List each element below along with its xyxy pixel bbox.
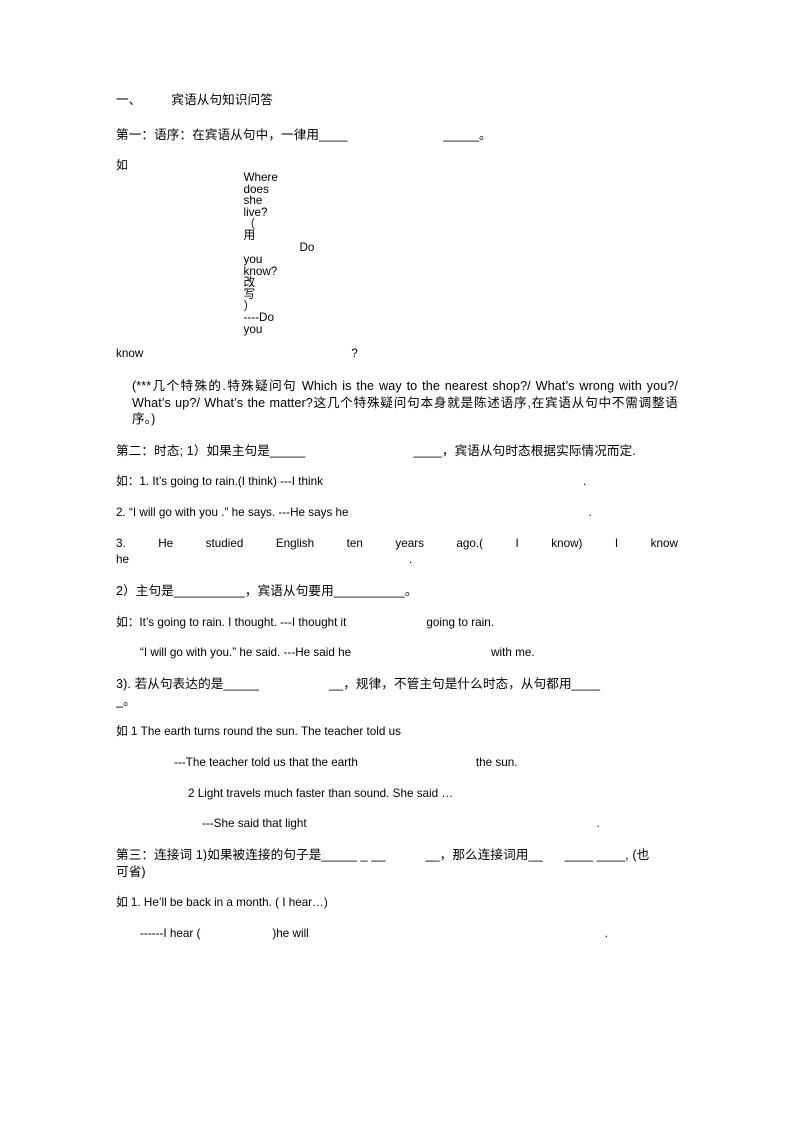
ex2-4-ru: 如：It’s going to rain. I thought. ---I th… — [116, 615, 347, 629]
heading-number: 一、 — [116, 93, 142, 107]
section-1-rule: 第一：语序：在宾语从句中，一律用____ _____。 — [116, 127, 678, 142]
document-page: 一、 宾语从句知识问答 第一：语序：在宾语从句中，一律用____ _____。 如 … — [0, 0, 794, 1123]
section-1-rule-blank: _____。 — [443, 127, 492, 142]
ex2-5-text: “I will go with you.” he said. ---He sai… — [140, 646, 352, 660]
ex1-answer-know: know — [116, 346, 144, 360]
section-2-example-3-line-1: 3. He studied English ten years ago.( I … — [116, 538, 678, 550]
section-1-rule-lead: 第一：语序：在宾语从句中，一律用____ — [116, 127, 348, 142]
ex2-9-text: ---She said that light — [202, 817, 307, 831]
section-3-rule-1c: ____ ____, (也 — [564, 848, 650, 863]
ex2-7-text: ---The teacher told us that the earth — [174, 756, 358, 770]
section-3-example-2: ------I hear ( )he will. — [116, 928, 678, 940]
ex2-2-period: . — [588, 506, 592, 520]
section-1-example-line-2: know? — [116, 346, 678, 360]
ex2-5-tail: with me. — [491, 646, 535, 660]
ex3-2-period: . — [604, 927, 609, 941]
ex1-do: Do — [299, 241, 315, 255]
ex2-3-i: I — [515, 536, 519, 550]
section-1-example-line-1: 如 Where does she live? （ 用 Do you know? … — [116, 160, 678, 336]
section-3-rule-1-cont: 可省) — [116, 864, 146, 879]
ex3-1-text: 如 1. He’ll be back in a month. ( I hear…… — [116, 896, 328, 910]
ex2-1-text: 如：1. It’s going to rain.(I think) ---I t… — [116, 475, 323, 489]
ex3-2-head: ------I hear ( — [140, 927, 201, 941]
ex2-4-tail: going to rain. — [426, 615, 494, 629]
ex2-2-text: 2. “I will go with you .” he says. ---He… — [116, 506, 349, 520]
ex2-3-know2: know — [650, 536, 678, 550]
ex2-3-ago: ago.( — [456, 536, 484, 550]
page-title: 一、 宾语从句知识问答 — [116, 94, 678, 107]
section-2-example-4: 如：It’s going to rain. I thought. ---I th… — [116, 615, 678, 629]
ex2-3-he: He — [158, 536, 174, 550]
section-2-example-7: ---The teacher told us that the earth the… — [116, 757, 678, 769]
ex1-question-mark: ? — [351, 346, 358, 360]
ex2-3-period: . — [409, 553, 413, 567]
section-3-example-1: 如 1. He’ll be back in a month. ( I hear…… — [116, 897, 678, 909]
section-3-rule-1a: 第三：连接词 1)如果被连接的句子是_____ _ __ — [116, 848, 386, 863]
section-2-rule-2: 2）主句是__________，宾语从句要用__________。 — [116, 584, 418, 599]
ex2-3-know-paren: know) — [551, 536, 583, 550]
section-2-rule-1: 第二：时态; 1）如果主句是_____ ____，宾语从句时态根据实际情况而定. — [116, 443, 678, 458]
section-2-rule-3a: 3). 若从句表达的是_____ — [116, 677, 259, 692]
section-2-example-5: “I will go with you.” he said. ---He sai… — [116, 647, 678, 659]
section-2-example-9: ---She said that light. — [116, 818, 678, 830]
section-2-rule-3: 3). 若从句表达的是_____ __，规律，不管主句是什么时态，从句都用____ — [116, 678, 678, 691]
section-2-example-1: 如：1. It’s going to rain.(I think) ---I t… — [116, 476, 678, 488]
ex1-answer-you: you — [243, 323, 263, 337]
section-2-example-2: 2. “I will go with you .” he says. ---He… — [116, 507, 678, 519]
ex2-3-studied: studied — [205, 536, 244, 550]
section-2-rule-1a: 第二：时态; 1）如果主句是_____ — [116, 443, 306, 458]
section-1-note: (***几个特殊的.特殊疑问句 Which is the way to the … — [132, 379, 682, 426]
ex2-1-period: . — [583, 475, 587, 489]
ex3-2-mid: )he will — [272, 927, 309, 941]
ex1-yong: 用 — [243, 229, 256, 243]
ex2-7-tail: the sun. — [475, 756, 518, 770]
section-2-example-3-line-2: he. — [116, 554, 678, 566]
ex2-3-years: years — [395, 536, 424, 550]
ex2-3-english: English — [275, 536, 315, 550]
section-2-example-6: 如 1 The earth turns round the sun. The t… — [116, 725, 401, 739]
section-2-example-8: 2 Light travels much faster than sound. … — [188, 786, 454, 800]
ex1-ru: 如 — [116, 159, 128, 173]
ex2-3-i2: I — [614, 536, 619, 550]
ex2-3-he2: he — [116, 553, 130, 567]
ex2-9-period: . — [596, 817, 600, 831]
heading-title: 宾语从句知识问答 — [171, 93, 273, 107]
section-3-rule-1b: __，那么连接词用__ — [425, 848, 543, 863]
section-3-rule-1: 第三：连接词 1)如果被连接的句子是_____ _ __ __，那么连接词用__ _… — [116, 849, 678, 862]
ex2-3-num: 3. — [116, 536, 126, 550]
document-body: 一、 宾语从句知识问答 第一：语序：在宾语从句中，一律用____ _____。 如 … — [116, 94, 678, 959]
section-2-rule-3-cont: _。 — [116, 693, 136, 708]
section-2-rule-1b: ____，宾语从句时态根据实际情况而定. — [413, 443, 636, 458]
ex2-3-ten: ten — [346, 536, 363, 550]
section-2-rule-3b: __，规律，不管主句是什么时态，从句都用____ — [328, 677, 601, 692]
